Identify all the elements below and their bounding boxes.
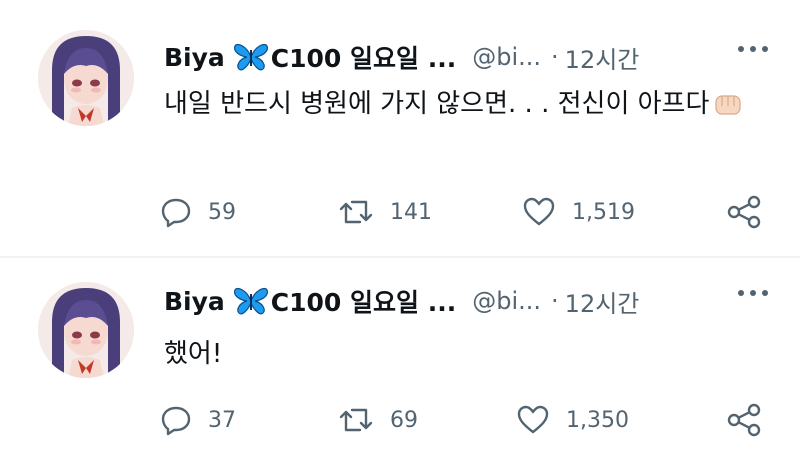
avatar[interactable] bbox=[38, 282, 134, 378]
tweet[interactable]: Biya C100 일요일 ... @bi... · 12시간 내일 반드시 병… bbox=[0, 0, 800, 232]
share-icon bbox=[727, 195, 761, 229]
like-button[interactable]: 1,350 bbox=[516, 398, 629, 442]
author-handle[interactable]: @bi... bbox=[472, 43, 541, 71]
reply-icon bbox=[161, 198, 191, 228]
retweet-button[interactable]: 141 bbox=[338, 190, 432, 234]
tweet-actions: 59 141 1,519 bbox=[160, 190, 770, 234]
share-icon bbox=[727, 403, 761, 437]
heart-icon bbox=[517, 405, 549, 434]
reply-button[interactable]: 37 bbox=[160, 398, 236, 442]
tweet-body: 내일 반드시 병원에 가지 않으면. . . 전신이 아프다 bbox=[164, 89, 710, 119]
author-handle[interactable]: @bi... bbox=[472, 287, 541, 315]
author-name: Biya bbox=[164, 42, 225, 72]
tweet-text: 했어! bbox=[164, 332, 764, 376]
author-name-suffix: C100 일요일 ... bbox=[270, 288, 457, 317]
timeline: Biya C100 일요일 ... @bi... · 12시간 내일 반드시 병… bbox=[0, 0, 800, 466]
separator: · bbox=[551, 287, 559, 315]
fist-emoji bbox=[713, 88, 743, 132]
separator: · bbox=[551, 43, 559, 71]
butterfly-icon bbox=[233, 287, 268, 315]
share-button[interactable] bbox=[726, 398, 762, 442]
retweet-count: 69 bbox=[390, 407, 418, 433]
like-count: 1,519 bbox=[572, 199, 635, 225]
retweet-count: 141 bbox=[390, 199, 432, 225]
author-name-suffix: C100 일요일 ... bbox=[270, 44, 457, 73]
tweet-body: 했어! bbox=[164, 339, 223, 369]
reply-count: 59 bbox=[208, 199, 236, 225]
tweet-text: 내일 반드시 병원에 가지 않으면. . . 전신이 아프다 bbox=[164, 82, 764, 132]
retweet-button[interactable]: 69 bbox=[338, 398, 418, 442]
like-button[interactable]: 1,519 bbox=[522, 190, 635, 234]
reply-icon bbox=[161, 406, 191, 436]
display-name[interactable]: Biya C100 일요일 ... bbox=[164, 283, 456, 319]
retweet-icon bbox=[339, 408, 373, 432]
heart-icon bbox=[523, 197, 555, 226]
butterfly-icon bbox=[233, 43, 268, 71]
tweet-header: Biya C100 일요일 ... @bi... · 12시간 bbox=[164, 281, 639, 321]
tweet-header: Biya C100 일요일 ... @bi... · 12시간 bbox=[164, 37, 639, 77]
timestamp[interactable]: 12시간 bbox=[565, 284, 640, 319]
more-options-icon[interactable] bbox=[738, 46, 768, 52]
like-count: 1,350 bbox=[566, 407, 629, 433]
retweet-icon bbox=[339, 200, 373, 224]
more-options-icon[interactable] bbox=[738, 290, 768, 296]
avatar[interactable] bbox=[38, 30, 134, 126]
timestamp[interactable]: 12시간 bbox=[565, 40, 640, 75]
tweet-actions: 37 69 1,350 bbox=[160, 398, 770, 442]
share-button[interactable] bbox=[726, 190, 762, 234]
tweet[interactable]: Biya C100 일요일 ... @bi... · 12시간 했어! 37 6… bbox=[0, 258, 800, 466]
author-name: Biya bbox=[164, 286, 225, 316]
reply-count: 37 bbox=[208, 407, 236, 433]
display-name[interactable]: Biya C100 일요일 ... bbox=[164, 39, 456, 75]
reply-button[interactable]: 59 bbox=[160, 190, 236, 234]
